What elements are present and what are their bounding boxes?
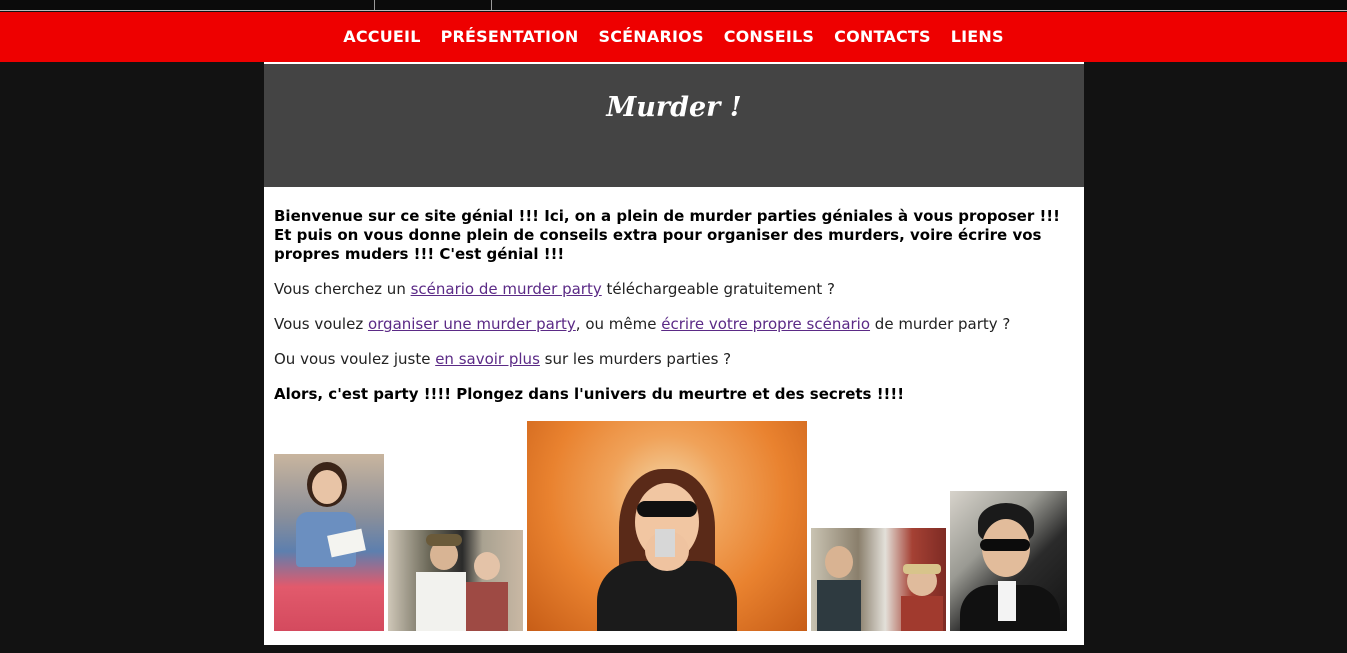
main-nav: ACCUEIL PRÉSENTATION SCÉNARIOS CONSEILS … [0,12,1347,62]
main-content: Bienvenue sur ce site génial !!! Ici, on… [274,207,1074,420]
nav-item-accueil[interactable]: ACCUEIL [343,12,420,62]
text: Vous cherchez un [274,280,411,298]
text: , ou même [575,315,662,333]
intro-text: Bienvenue sur ce site génial !!! Ici, on… [274,207,1060,263]
link-organiser[interactable]: organiser une murder party [368,315,576,333]
photo-two-people [388,530,523,631]
nav-item-presentation[interactable]: PRÉSENTATION [441,12,579,62]
photo-two-men [811,528,946,631]
link-en-savoir-plus[interactable]: en savoir plus [435,350,540,368]
photo-girl-reading [274,454,384,631]
photo-woman-gun [527,421,807,631]
text: Ou vous voulez juste [274,350,436,368]
nav-item-contacts[interactable]: CONTACTS [834,12,931,62]
closing-text: Alors, c'est party !!!! Plongez dans l'u… [274,385,905,403]
top-bar-border [0,10,1347,11]
nav-item-scenarios[interactable]: SCÉNARIOS [599,12,704,62]
top-bar [0,0,1347,11]
link-ecrire[interactable]: écrire votre propre scénario [661,315,870,333]
paragraph-savoir: Ou vous voulez juste en savoir plus sur … [274,350,1074,369]
text: de murder party ? [870,315,1011,333]
page-container: Murder ! Bienvenue sur ce site génial !!… [264,62,1084,645]
text: sur les murders parties ? [539,350,732,368]
nav-item-conseils[interactable]: CONSEILS [724,12,814,62]
link-scenario[interactable]: scénario de murder party [411,280,602,298]
page-title: Murder ! [606,92,742,123]
text: téléchargeable gratuitement ? [601,280,836,298]
photo-man-sunglasses [950,491,1067,631]
paragraph-organiser: Vous voulez organiser une murder party, … [274,315,1074,334]
paragraph-scenario: Vous cherchez un scénario de murder part… [274,280,1074,299]
nav-item-liens[interactable]: LIENS [951,12,1004,62]
text: Vous voulez [274,315,368,333]
hero-banner: Murder ! [264,64,1084,187]
